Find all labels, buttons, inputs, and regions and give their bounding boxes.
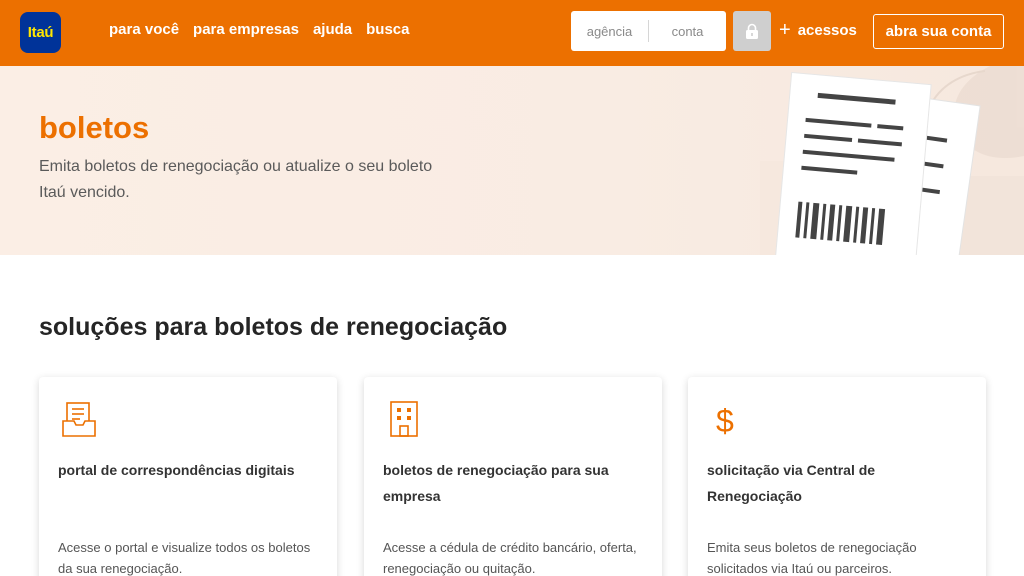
page-subtitle: Emita boletos de renegociação ou atualiz… <box>39 158 433 201</box>
nav-para-voce[interactable]: para você <box>109 21 179 38</box>
building-icon <box>390 401 418 437</box>
access-menu-button[interactable]: + acessos <box>779 19 857 41</box>
card-portal-correspondencias[interactable]: portal de correspondências digitais Aces… <box>39 377 337 576</box>
agency-field[interactable] <box>571 23 648 39</box>
section-title: soluções para boletos de renegociação <box>39 313 508 341</box>
access-label: acessos <box>797 22 857 39</box>
boleto-illustration <box>760 66 1024 255</box>
nav-ajuda[interactable]: ajuda <box>313 21 352 38</box>
svg-text:$: $ <box>716 403 734 439</box>
open-account-button[interactable]: abra sua conta <box>873 14 1004 49</box>
hero-banner: boletos Emita boletos de renegociação ou… <box>0 66 1024 255</box>
itau-logo[interactable]: Itaú <box>20 12 61 53</box>
card-title: boletos de renegociação para sua empresa <box>383 462 609 504</box>
page-title: boletos <box>39 110 150 145</box>
login-box <box>571 11 726 51</box>
plus-icon: + <box>779 19 791 41</box>
card-description: Acesse o portal e visualize todos os bol… <box>58 540 311 576</box>
top-header: Itaú para você para empresas ajuda busca… <box>0 0 1024 66</box>
nav-para-empresas[interactable]: para empresas <box>193 21 299 38</box>
front-document <box>774 71 932 255</box>
lock-icon <box>746 23 758 39</box>
document-tray-icon <box>62 402 96 437</box>
card-description: Emita seus boletos de renegociação solic… <box>707 540 917 576</box>
card-title: portal de correspondências digitais <box>58 462 295 478</box>
logo-text: Itaú <box>27 24 54 41</box>
main-nav: para você para empresas ajuda busca <box>109 21 410 38</box>
card-title: solicitação via Central de Renegociação <box>707 462 876 504</box>
account-field[interactable] <box>649 23 726 39</box>
card-boletos-empresa[interactable]: boletos de renegociação para sua empresa… <box>364 377 662 576</box>
login-submit-button[interactable] <box>733 11 771 51</box>
nav-busca[interactable]: busca <box>366 21 409 38</box>
card-description: Acesse a cédula de crédito bancário, ofe… <box>383 540 637 576</box>
card-central-renegociacao[interactable]: $ solicitação via Central de Renegociaçã… <box>688 377 986 576</box>
dollar-icon: $ <box>716 403 734 439</box>
